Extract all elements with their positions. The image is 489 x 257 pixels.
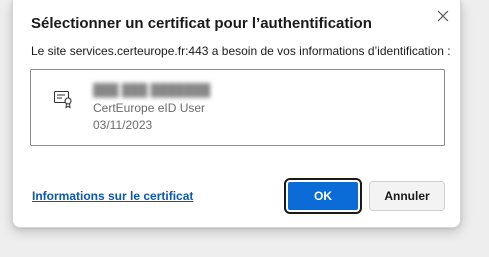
certificate-issuer: CertEurope eID User <box>93 101 206 115</box>
ok-button[interactable]: OK <box>284 178 362 214</box>
cancel-button[interactable]: Annuler <box>369 181 445 211</box>
close-icon <box>437 10 449 22</box>
certificate-selection-dialog: Sélectionner un certificat pour l’authen… <box>12 0 461 228</box>
certificate-list-item[interactable]: ███ ███ ███████ CertEurope eID User 03/1… <box>30 69 445 146</box>
certificate-icon <box>53 90 72 109</box>
certificate-info-link[interactable]: Informations sur le certificat <box>32 189 193 203</box>
certificate-date: 03/11/2023 <box>93 118 153 132</box>
dialog-description: Le site services.certeurope.fr:443 a bes… <box>31 44 451 58</box>
close-button[interactable] <box>432 5 454 27</box>
certificate-name: ███ ███ ███████ <box>93 83 211 97</box>
dialog-title: Sélectionner un certificat pour l’authen… <box>31 15 372 32</box>
